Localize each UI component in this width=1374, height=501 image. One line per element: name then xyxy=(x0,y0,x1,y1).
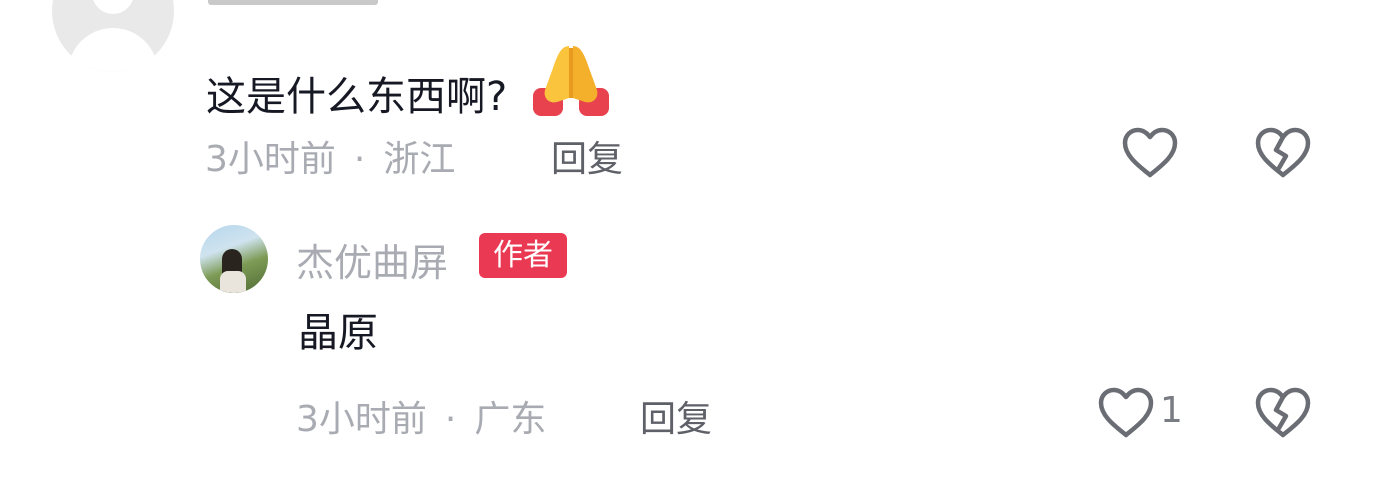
comment-time: 3小时前 xyxy=(205,139,336,180)
folded-hands-emoji-icon xyxy=(533,46,610,116)
dislike-broken-heart-icon[interactable] xyxy=(1254,386,1312,440)
reply-author-name[interactable]: 杰优曲屏 xyxy=(296,232,448,287)
user-avatar[interactable] xyxy=(52,0,174,72)
meta-separator: · xyxy=(444,399,457,440)
comment-location: 浙江 xyxy=(383,139,456,180)
reply-time: 3小时前 xyxy=(296,399,427,440)
reply-text: 晶原 xyxy=(298,310,378,356)
like-heart-icon[interactable] xyxy=(1097,386,1155,440)
meta-separator: · xyxy=(353,139,366,180)
reply-meta: 3小时前 · 广东 xyxy=(296,390,546,442)
author-badge: 作者 xyxy=(479,233,567,278)
like-count: 1 xyxy=(1160,390,1183,431)
reply-location: 广东 xyxy=(474,399,547,440)
comment-meta: 3小时前 · 浙江 xyxy=(205,130,455,182)
comment-text: 这是什么东西啊? xyxy=(206,42,611,121)
dislike-broken-heart-icon[interactable] xyxy=(1254,126,1312,180)
username-cutoff xyxy=(208,0,378,5)
like-heart-icon[interactable] xyxy=(1121,126,1179,180)
reply-button[interactable]: 回复 xyxy=(640,390,712,442)
reply-button[interactable]: 回复 xyxy=(551,130,623,182)
comment-body: 这是什么东西啊? xyxy=(206,74,508,120)
avatar-shirt xyxy=(220,271,246,293)
avatar-placeholder-head xyxy=(92,0,134,14)
author-avatar[interactable] xyxy=(200,225,268,293)
avatar-placeholder-body xyxy=(68,28,158,72)
comment-thread: 这是什么东西啊? 3小时前 · 浙江 回复 杰优曲屏 作者 晶原 3小时前 · 广东 xyxy=(0,0,1374,501)
